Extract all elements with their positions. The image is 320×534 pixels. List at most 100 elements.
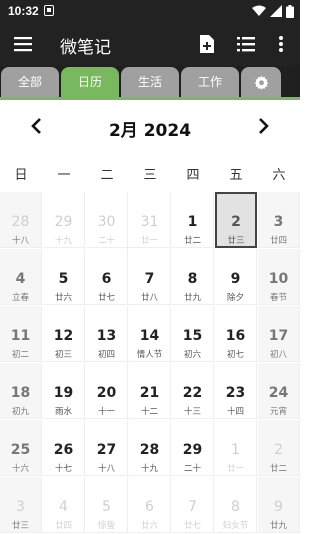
calendar-day[interactable]: 1 廿二 [172, 192, 214, 248]
lunar-date: 初四 [97, 350, 115, 360]
list-icon[interactable] [236, 34, 256, 54]
day-number: 23 [225, 385, 246, 401]
day-number: 28 [11, 214, 30, 230]
day-number: 16 [225, 328, 246, 344]
tab-label: 日历 [77, 75, 102, 89]
weekday-label: 日 [14, 168, 28, 183]
calendar-day[interactable]: 8 廿九 [172, 249, 214, 305]
calendar-day[interactable]: 29 十九 [43, 192, 85, 248]
lunar-date: 初八 [269, 350, 287, 360]
day-number: 9 [274, 499, 283, 515]
lunar-date: 十六 [11, 464, 29, 474]
calendar-day-today[interactable]: 2 廿三 [215, 192, 257, 248]
lunar-date: 十八 [11, 236, 29, 246]
calendar-day[interactable]: 4 立春 [0, 249, 42, 305]
day-number: 1 [231, 442, 240, 458]
notification-icon [44, 5, 54, 16]
calendar-day[interactable]: 21 十二 [129, 363, 171, 419]
tab-label: 工作 [197, 75, 222, 89]
chevron-right-icon[interactable] [253, 116, 273, 136]
weekday-label: 一 [57, 168, 71, 183]
day-number: 27 [96, 442, 117, 458]
calendar-day[interactable]: 12 初三 [43, 306, 85, 362]
calendar-day[interactable]: 5 廿六 [43, 249, 85, 305]
tab-life[interactable]: 生活 [121, 67, 179, 97]
day-number: 21 [139, 385, 160, 401]
calendar-day[interactable]: 26 十七 [43, 420, 85, 476]
lunar-date: 廿二 [183, 236, 201, 246]
lunar-date: 惊蛰 [97, 521, 115, 531]
calendar-day[interactable]: 28 十八 [0, 192, 42, 248]
lunar-date: 初三 [54, 350, 72, 360]
calendar-day[interactable]: 23 十四 [215, 363, 257, 419]
day-number: 9 [230, 271, 241, 287]
status-bar: 10:32 [0, 0, 300, 22]
lunar-date: 除夕 [226, 293, 244, 303]
add-note-icon[interactable] [197, 34, 217, 54]
day-number: 14 [139, 328, 160, 344]
day-number: 19 [53, 385, 74, 401]
lunar-date: 初九 [11, 407, 29, 417]
day-number: 7 [144, 271, 155, 287]
lunar-date: 情人节 [136, 350, 163, 360]
tab-label: 全部 [17, 75, 42, 89]
calendar-day[interactable]: 31 廿一 [129, 192, 171, 248]
day-number: 6 [145, 499, 154, 515]
tab-settings[interactable] [241, 67, 281, 97]
day-number: 2 [231, 214, 241, 230]
calendar-day[interactable]: 11 初二 [0, 306, 42, 362]
wifi-icon [252, 5, 266, 16]
calendar-day[interactable]: 24 元宵 [258, 363, 300, 419]
more-vertical-icon[interactable] [271, 34, 291, 54]
calendar-day[interactable]: 30 二十 [86, 192, 128, 248]
calendar-day[interactable]: 29 二十 [172, 420, 214, 476]
lunar-date: 立春 [11, 293, 29, 303]
day-number: 7 [188, 499, 197, 515]
calendar-day[interactable]: 7 廿七 [172, 477, 214, 533]
lunar-date: 十七 [54, 464, 72, 474]
day-number: 24 [268, 385, 289, 401]
calendar-day[interactable]: 14 情人节 [129, 306, 171, 362]
calendar-day[interactable]: 28 十九 [129, 420, 171, 476]
menu-icon[interactable] [13, 34, 33, 54]
calendar-day[interactable]: 6 廿七 [86, 249, 128, 305]
calendar-day[interactable]: 19 雨水 [43, 363, 85, 419]
calendar-day[interactable]: 9 除夕 [215, 249, 257, 305]
calendar-day[interactable]: 20 十一 [86, 363, 128, 419]
weekday-label: 六 [272, 168, 286, 183]
weekday-label: 三 [143, 168, 157, 183]
app-toolbar: 微笔记 [0, 22, 300, 66]
calendar-day[interactable]: 6 廿六 [129, 477, 171, 533]
calendar-day[interactable]: 27 十八 [86, 420, 128, 476]
battery-icon [286, 4, 294, 18]
calendar-day[interactable]: 4 廿四 [43, 477, 85, 533]
calendar-day[interactable]: 25 十六 [0, 420, 42, 476]
lunar-date: 十八 [97, 464, 115, 474]
lunar-date: 雨水 [54, 407, 72, 417]
day-number: 11 [10, 328, 31, 344]
calendar-day[interactable]: 8 妇女节 [215, 477, 257, 533]
lunar-date: 二十 [97, 236, 115, 246]
settings-gear-icon [254, 75, 268, 90]
tab-work[interactable]: 工作 [181, 67, 239, 97]
calendar-day[interactable]: 9 廿九 [258, 477, 300, 533]
calendar-day[interactable]: 16 初七 [215, 306, 257, 362]
calendar-day[interactable]: 5 惊蛰 [86, 477, 128, 533]
calendar-day[interactable]: 7 廿八 [129, 249, 171, 305]
calendar-day[interactable]: 15 初六 [172, 306, 214, 362]
lunar-date: 廿四 [54, 521, 72, 531]
calendar-day[interactable]: 10 春节 [258, 249, 300, 305]
calendar-day[interactable]: 3 廿四 [258, 192, 300, 248]
calendar-day[interactable]: 18 初九 [0, 363, 42, 419]
calendar-day[interactable]: 2 廿二 [258, 420, 300, 476]
calendar-day[interactable]: 22 十三 [172, 363, 214, 419]
calendar-day[interactable]: 3 廿三 [0, 477, 42, 533]
calendar-day[interactable]: 17 初八 [258, 306, 300, 362]
category-tabs: 全部 日历 生活 工作 [0, 66, 300, 97]
day-number: 10 [268, 271, 289, 287]
calendar-day[interactable]: 1 廿一 [215, 420, 257, 476]
tab-calendar[interactable]: 日历 [61, 67, 119, 97]
day-number: 30 [97, 214, 116, 230]
calendar-day[interactable]: 13 初四 [86, 306, 128, 362]
tab-all[interactable]: 全部 [1, 67, 59, 97]
